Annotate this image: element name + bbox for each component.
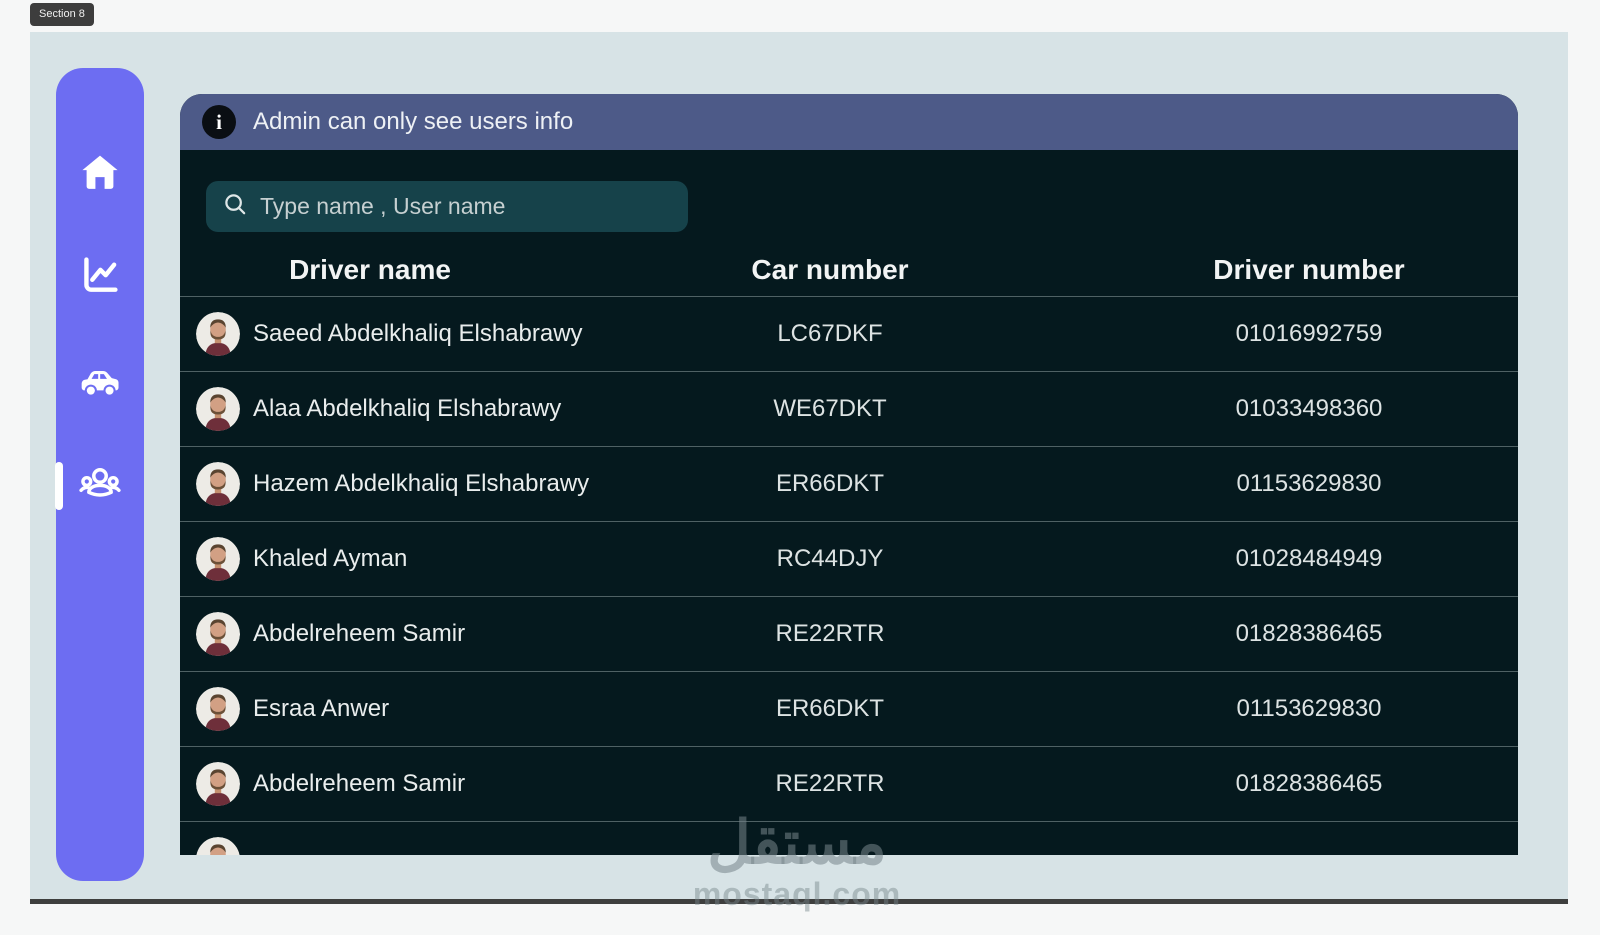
avatar (196, 462, 240, 506)
sidebar (55, 68, 144, 881)
users-icon (78, 461, 122, 505)
driver-name: Abdelreheem Samir (253, 770, 466, 797)
driver-name: Khaled Ayman (253, 545, 408, 572)
table-row[interactable]: Esraa Anwer ER66DKT 01153629830 (180, 671, 1518, 746)
driver-number: 01153629830 (1236, 695, 1382, 722)
driver-number: 01016992759 (1235, 320, 1383, 347)
driver-name-cell: Khaled Ayman (180, 537, 560, 581)
sidebar-item-users[interactable] (76, 459, 124, 507)
driver-number: 01828386465 (1235, 620, 1383, 647)
driver-name: Hazem Abdelkhaliq Elshabrawy (253, 470, 590, 497)
avatar (196, 687, 240, 731)
car-number: RC44DJY (776, 545, 884, 572)
car-icon (78, 360, 122, 404)
active-item-indicator (55, 462, 63, 510)
app-canvas: i Admin can only see users info Driver n… (30, 32, 1568, 899)
chart-icon (78, 253, 122, 297)
column-header-driver-number: Driver number (1213, 254, 1405, 285)
avatar (196, 762, 240, 806)
table-row[interactable]: Alaa Abdelkhaliq Elshabrawy WE67DKT 0103… (180, 371, 1518, 446)
car-number: ER66DKT (775, 695, 885, 722)
driver-number: 01028484949 (1235, 545, 1383, 572)
sidebar-item-home[interactable] (76, 148, 124, 196)
bottom-divider-bar (30, 899, 1568, 904)
info-banner: i Admin can only see users info (180, 94, 1518, 150)
search-icon (222, 191, 249, 223)
section-label: Section 8 (30, 3, 94, 26)
car-number: RE22RTR (775, 620, 885, 647)
table-row[interactable]: Hazem Abdelkhaliq Elshabrawy ER66DKT 011… (180, 446, 1518, 521)
column-header-car-number: Car number (751, 254, 909, 285)
car-number: ER66DKT (775, 470, 885, 497)
driver-name-cell: Abdelreheem Samir (180, 762, 560, 806)
driver-name-cell: Alaa Abdelkhaliq Elshabrawy (180, 387, 562, 431)
table-row[interactable]: Khaled Ayman RC44DJY 01028484949 (180, 521, 1518, 596)
avatar (196, 387, 240, 431)
driver-name: Saeed Abdelkhaliq Elshabrawy (253, 320, 583, 347)
sidebar-item-cars[interactable] (76, 358, 124, 406)
car-number: LC67DKF (777, 320, 883, 347)
driver-name: Esraa Anwer (253, 695, 390, 722)
table-row[interactable]: Abdelreheem Samir RE22RTR 01828386465 (180, 596, 1518, 671)
car-number: WE67DKT (773, 395, 887, 422)
table-body: Saeed Abdelkhaliq Elshabrawy LC67DKF 010… (180, 296, 1518, 855)
car-number: RE22RTR (775, 770, 885, 797)
driver-number: 01033498360 (1235, 395, 1383, 422)
driver-name-cell: Saeed Abdelkhaliq Elshabrawy (180, 312, 583, 356)
driver-name: Abdelreheem Samir (253, 620, 466, 647)
driver-name-cell: Abdelreheem Samir (180, 612, 560, 656)
driver-name-cell: Esraa Anwer (180, 687, 560, 731)
avatar (196, 312, 240, 356)
column-header-driver-name: Driver name (289, 254, 451, 285)
driver-number: 01153629830 (1236, 470, 1382, 497)
table-row[interactable] (180, 821, 1518, 855)
avatar (196, 612, 240, 656)
info-icon: i (202, 105, 236, 139)
sidebar-item-analytics[interactable] (76, 251, 124, 299)
table-row[interactable]: Saeed Abdelkhaliq Elshabrawy LC67DKF 010… (180, 296, 1518, 371)
banner-text: Admin can only see users info (253, 108, 574, 135)
driver-name-cell: Hazem Abdelkhaliq Elshabrawy (180, 462, 589, 506)
search-box[interactable] (206, 181, 688, 232)
users-panel: i Admin can only see users info Driver n… (180, 94, 1518, 855)
table-header: Driver name Car number Driver number (180, 244, 1518, 296)
home-icon (78, 150, 122, 194)
driver-number: 01828386465 (1235, 770, 1383, 797)
driver-name-cell (180, 837, 560, 855)
avatar (196, 837, 240, 855)
search-input[interactable] (260, 193, 674, 220)
avatar (196, 537, 240, 581)
driver-name: Alaa Abdelkhaliq Elshabrawy (253, 395, 562, 422)
table-row[interactable]: Abdelreheem Samir RE22RTR 01828386465 (180, 746, 1518, 821)
